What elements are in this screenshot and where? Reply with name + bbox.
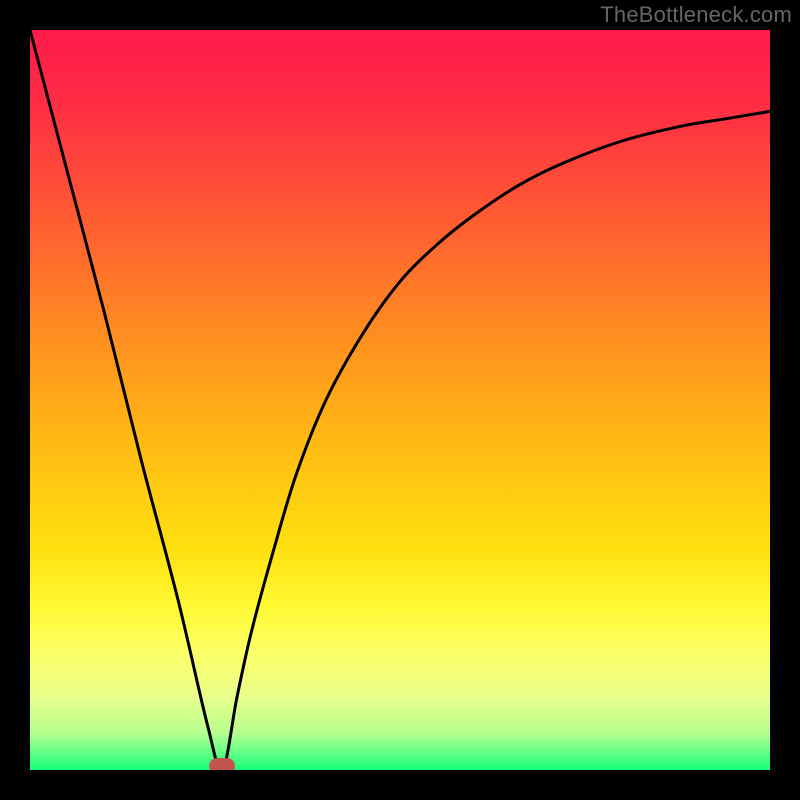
chart-frame: TheBottleneck.com [0,0,800,800]
chart-svg [30,30,770,770]
gradient-background [30,30,770,770]
watermark-text: TheBottleneck.com [600,2,792,28]
plot-area [30,30,770,770]
minimum-marker [209,758,235,770]
